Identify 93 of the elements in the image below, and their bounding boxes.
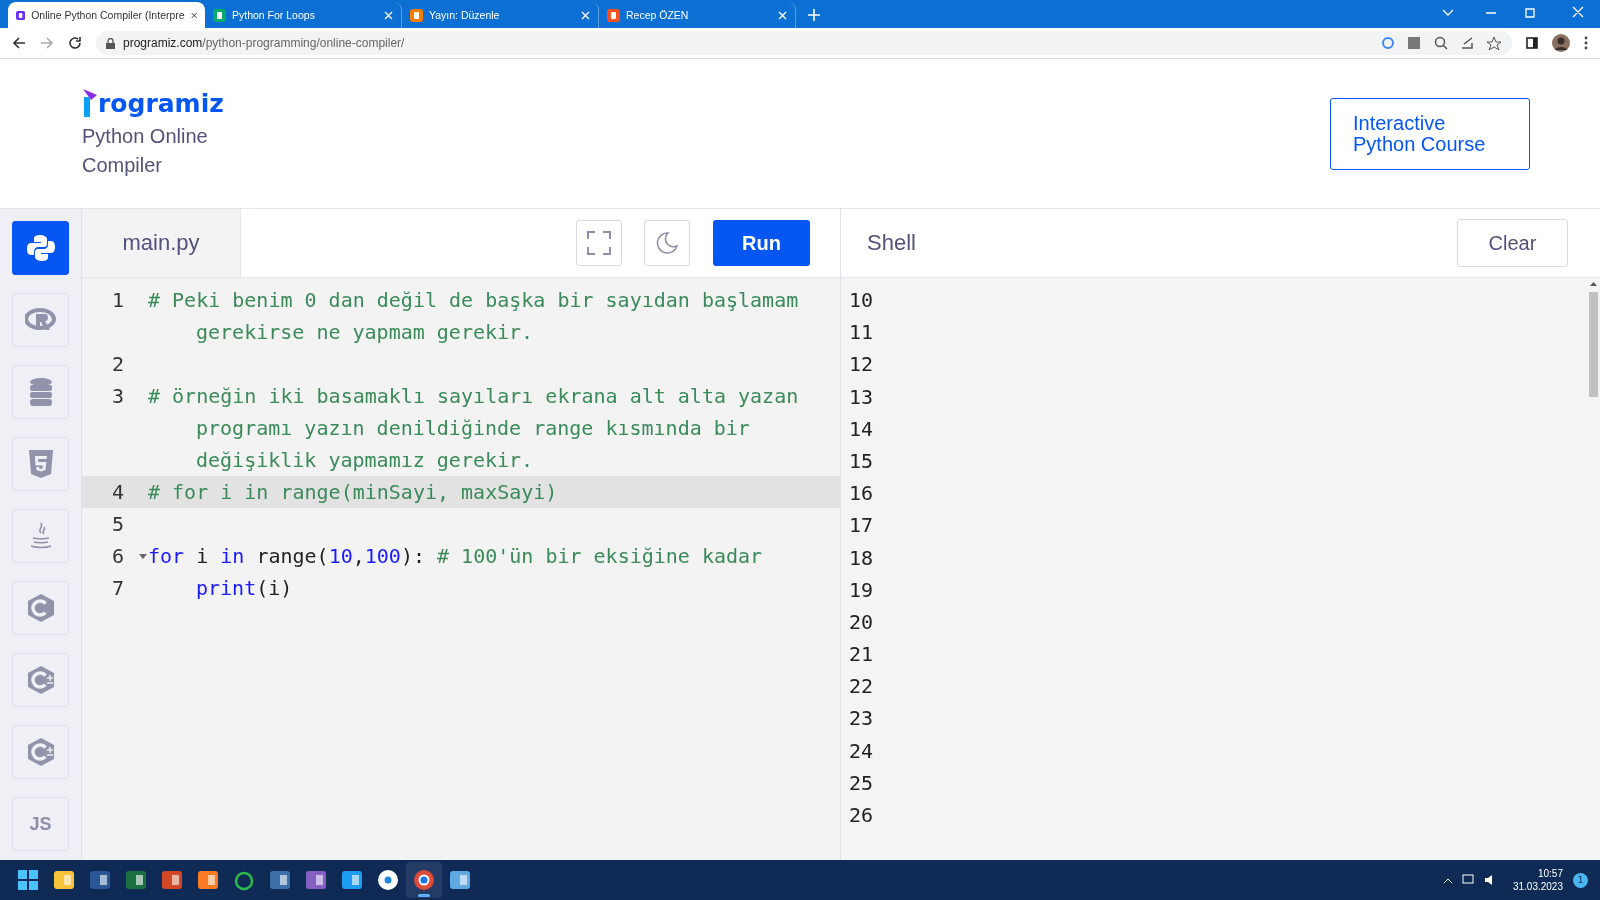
reload-icon[interactable] <box>68 36 82 50</box>
run-button[interactable]: Run <box>713 220 810 266</box>
app-tile-icon[interactable] <box>125 869 147 891</box>
close-icon[interactable] <box>581 10 590 20</box>
code-text: programı yazın denildiğinde range kısmında bir <box>196 416 750 440</box>
toolbar-icons-drawing[interactable] <box>1382 36 1502 50</box>
output-line: 18 <box>849 545 874 570</box>
output-line: 20 <box>849 609 874 634</box>
close-icon[interactable] <box>778 10 787 20</box>
browser-tab[interactable]: Online Python Compiler (Interpre <box>8 2 205 28</box>
app-tile-icon[interactable] <box>161 869 183 891</box>
menu-icon[interactable] <box>1584 36 1588 50</box>
back-icon[interactable] <box>12 36 26 50</box>
site-icon <box>607 8 620 22</box>
app-icon[interactable] <box>233 869 255 891</box>
site-icon <box>410 8 423 22</box>
output-line: 21 <box>849 642 874 667</box>
output-line: 22 <box>849 674 874 699</box>
course-button[interactable]: Interactive Python Course <box>1330 97 1530 170</box>
close-icon[interactable] <box>190 10 197 20</box>
clock-date: 31.03.2023 <box>1512 880 1563 893</box>
clear-button[interactable]: Clear <box>1457 219 1568 267</box>
browser-tab[interactable]: Yayın: Düzenle <box>402 2 599 28</box>
c-logo-icon <box>26 593 55 623</box>
code-text: print(i) <box>196 576 293 600</box>
app-tile-icon[interactable] <box>89 869 111 891</box>
shell-title: Shell <box>867 230 916 256</box>
output-line: 23 <box>849 706 874 731</box>
output-line: 16 <box>849 481 874 506</box>
folder-icon[interactable] <box>53 869 75 891</box>
line-number: 3 <box>111 383 126 410</box>
line-number: 6 <box>111 543 126 570</box>
file-tab[interactable]: main.py <box>82 209 241 277</box>
address-bar[interactable]: programiz.com/python-programming/online-compiler/ <box>96 31 1512 55</box>
code-text: değişiklik yapmamız gerekir. <box>196 448 534 472</box>
output-line: 19 <box>849 577 874 602</box>
line-number: 2 <box>111 351 126 378</box>
theme-button[interactable] <box>644 220 690 266</box>
site-icon <box>16 8 26 22</box>
output-line: 24 <box>849 738 874 763</box>
python-icon <box>25 233 56 263</box>
app-tile-icon[interactable] <box>305 869 327 891</box>
scroll-up-icon[interactable] <box>1589 282 1597 286</box>
fold-arrow-icon[interactable] <box>138 553 147 559</box>
logo[interactable]: rogramiz <box>82 87 232 118</box>
line-number: 5 <box>111 511 126 538</box>
moon-icon <box>656 232 678 254</box>
output-line: 25 <box>849 770 874 795</box>
output-line: 17 <box>849 513 874 538</box>
scrollbar-thumb[interactable] <box>1588 292 1598 397</box>
r-logo-icon <box>24 308 57 332</box>
new-tab-icon[interactable] <box>808 9 820 21</box>
page-subtitle: Python Online Compiler <box>82 123 209 178</box>
lock-icon <box>106 37 115 49</box>
app-tile-icon[interactable] <box>341 869 363 891</box>
browser-icon[interactable] <box>413 869 435 891</box>
profile-avatar-icon[interactable] <box>1552 34 1570 52</box>
code-text: for i in range(10,100): # 100'ün bir eksiğine kadar <box>148 544 763 568</box>
app-icon[interactable] <box>377 869 399 891</box>
line-number: 1 <box>111 287 126 314</box>
database-icon <box>28 377 53 407</box>
windows-start-icon[interactable] <box>17 869 39 891</box>
code-text: # for i in range(minSayi, maxSayi) <box>148 480 558 504</box>
fullscreen-button[interactable] <box>576 220 622 266</box>
output-line: 14 <box>849 416 874 441</box>
output-line: 15 <box>849 448 874 473</box>
notification-badge[interactable]: 1 <box>1573 872 1588 888</box>
line-number: 4 <box>111 479 126 506</box>
fullscreen-icon <box>587 231 611 255</box>
logo-mark-icon <box>82 87 98 118</box>
side-panel-icon[interactable] <box>1526 37 1538 49</box>
output-line: 13 <box>849 384 874 409</box>
app-tile-icon[interactable] <box>449 869 471 891</box>
cpp-logo-icon <box>26 665 55 695</box>
close-icon[interactable] <box>384 10 393 20</box>
language-button[interactable] <box>12 221 69 275</box>
output-line: 10 <box>849 288 874 312</box>
csharp-logo-icon <box>26 737 55 767</box>
active-indicator <box>418 894 430 897</box>
clock-time: 10:57 <box>1537 867 1563 880</box>
output-line: 12 <box>849 352 874 377</box>
site-icon <box>213 8 226 22</box>
code-text: gerekirse ne yapmam gerekir. <box>196 320 534 344</box>
app-tile-icon[interactable] <box>197 869 219 891</box>
browser-tab[interactable]: Recep ÖZEN <box>599 2 796 28</box>
code-text: # Peki benim 0 dan değil de başka bir sayıdan başlamam <box>148 288 799 312</box>
output-line: 26 <box>849 803 874 827</box>
app-tile-icon[interactable] <box>269 869 291 891</box>
code-text: # örneğin iki basamaklı sayıları ekrana alt alta yazan <box>148 384 799 408</box>
html5-icon <box>27 449 54 479</box>
output-line: 11 <box>849 320 874 345</box>
browser-tab[interactable]: Python For Loops <box>205 2 402 28</box>
line-number: 7 <box>111 575 126 602</box>
